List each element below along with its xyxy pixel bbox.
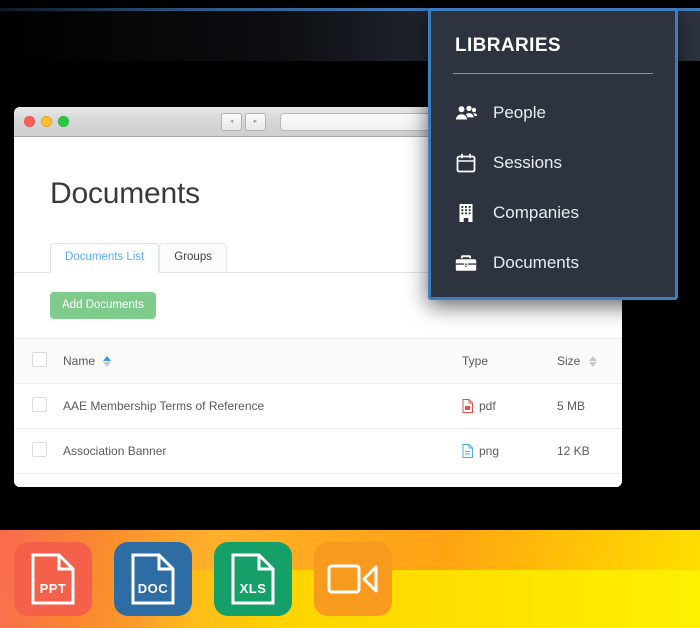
column-header-name-label: Name [63, 353, 96, 368]
table-header: Name Type Size [14, 337, 622, 384]
sidebar-item-sessions[interactable]: Sessions [453, 138, 653, 188]
column-header-name[interactable]: Name [62, 337, 462, 384]
column-header-type: Type [462, 337, 557, 384]
screenshot-root: ◂ ▸ Documents Documents List Groups Add … [0, 0, 700, 628]
row-select-cell [14, 428, 62, 474]
add-documents-button[interactable]: Add Documents [50, 291, 156, 319]
row-type-cell: pdf [462, 383, 557, 429]
column-header-size-label: Size [557, 353, 581, 368]
documents-table: Name Type Size AAE Membership Terms of R… [14, 337, 622, 474]
sidebar-item-documents[interactable]: Documents [453, 238, 653, 288]
zoom-window-button[interactable] [58, 116, 69, 127]
sidebar-item-people[interactable]: People [453, 88, 653, 138]
row-select-cell [14, 383, 62, 429]
row-size-cell: 5 MB [557, 383, 622, 429]
sidebar-item-label: Documents [493, 253, 579, 272]
filetype-tile-ppt-label: PPT [40, 581, 67, 596]
libraries-panel: LIBRARIES People Sessions Companies Docu… [428, 8, 678, 300]
row-name-cell: Association Banner [62, 428, 462, 474]
sort-name-icon[interactable] [103, 356, 112, 368]
libraries-divider [453, 73, 653, 74]
building-icon [455, 202, 477, 224]
document-type: png [479, 443, 500, 458]
document-name: Association Banner [63, 443, 167, 458]
filetype-tile-ppt[interactable]: PPT [14, 542, 92, 616]
select-all-header [14, 337, 62, 384]
sidebar-item-label: Companies [493, 203, 579, 222]
calendar-icon [455, 152, 477, 174]
forward-arrow-icon: ▸ [253, 118, 258, 125]
document-size: 12 KB [557, 443, 590, 458]
filetype-tile-xls-label: XLS [240, 581, 267, 596]
table-row[interactable]: Association Banner png 12 KB [14, 428, 622, 474]
forward-button[interactable]: ▸ [245, 112, 266, 131]
document-type: pdf [479, 398, 496, 413]
table-row[interactable]: AAE Membership Terms of Reference pdf 5 … [14, 383, 622, 429]
filetype-tile-doc-label: DOC [138, 581, 169, 596]
row-checkbox[interactable] [32, 441, 47, 457]
document-size: 5 MB [557, 398, 586, 413]
sidebar-item-label: People [493, 103, 546, 122]
doc-file-icon: DOC [131, 553, 175, 605]
row-type-cell: png [462, 428, 557, 474]
image-file-icon [462, 443, 473, 458]
xls-file-icon: XLS [231, 553, 275, 605]
row-size-cell: 12 KB [557, 428, 622, 474]
libraries-title: LIBRARIES [455, 35, 561, 56]
table-body: AAE Membership Terms of Reference pdf 5 … [14, 383, 622, 474]
close-window-button[interactable] [24, 116, 35, 127]
video-camera-icon [327, 564, 378, 594]
filetype-tile-xls[interactable]: XLS [214, 542, 292, 616]
pdf-file-icon [462, 398, 473, 413]
sidebar-item-companies[interactable]: Companies [453, 188, 653, 238]
briefcase-icon [455, 252, 477, 274]
table-header-row: Name Type Size [14, 337, 622, 384]
row-name-cell: AAE Membership Terms of Reference [62, 383, 462, 429]
select-all-checkbox[interactable] [32, 351, 47, 367]
document-name: AAE Membership Terms of Reference [63, 398, 265, 413]
row-checkbox[interactable] [32, 396, 47, 412]
sort-size-icon[interactable] [588, 356, 597, 368]
browser-nav-group: ◂ ▸ [221, 112, 266, 131]
filetype-band: PPT DOC XLS [0, 530, 700, 628]
column-header-type-label: Type [462, 353, 489, 368]
tab-documents-list[interactable]: Documents List [50, 243, 160, 273]
minimize-window-button[interactable] [41, 116, 52, 127]
ppt-file-icon: PPT [31, 553, 75, 605]
back-button[interactable]: ◂ [221, 112, 242, 131]
column-header-size[interactable]: Size [557, 337, 622, 384]
sidebar-item-label: Sessions [493, 153, 562, 172]
tab-groups[interactable]: Groups [159, 243, 227, 273]
back-arrow-icon: ◂ [229, 118, 234, 125]
filetype-tile-doc[interactable]: DOC [114, 542, 192, 616]
users-icon [455, 102, 477, 124]
filetype-tile-video[interactable] [314, 542, 392, 616]
